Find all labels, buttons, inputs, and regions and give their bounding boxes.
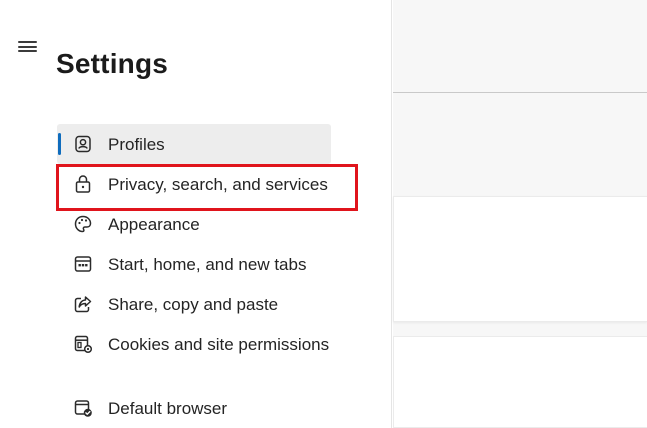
default-browser-icon — [74, 400, 92, 417]
sidebar-item-privacy-search-services[interactable]: Privacy, search, and services — [57, 164, 331, 204]
sidebar-item-label: Start, home, and new tabs — [108, 255, 307, 274]
sidebar-item-start-home-new-tabs[interactable]: Start, home, and new tabs — [57, 244, 331, 284]
settings-sidebar: Settings Profiles Privacy, search, and s… — [0, 0, 392, 428]
content-card — [393, 336, 647, 428]
sidebar-item-label: Appearance — [108, 215, 200, 234]
share-icon — [74, 296, 92, 313]
sidebar-item-default-browser[interactable]: Default browser — [57, 388, 331, 428]
sidebar-item-label: Profiles — [108, 135, 165, 154]
profile-icon — [75, 135, 91, 153]
settings-content-pane — [393, 0, 647, 428]
sidebar-item-label: Cookies and site permissions — [108, 335, 330, 354]
sidebar-item-appearance[interactable]: Appearance — [57, 204, 331, 244]
hamburger-menu-icon[interactable] — [17, 38, 39, 54]
sidebar-item-profiles[interactable]: Profiles — [57, 124, 331, 164]
sidebar-item-share-copy-paste[interactable]: Share, copy and paste — [57, 284, 331, 324]
settings-window: Settings Profiles Privacy, search, and s… — [0, 0, 647, 428]
palette-icon — [74, 215, 92, 233]
sidebar-item-label: Default browser — [108, 399, 228, 418]
page-title: Settings — [56, 47, 169, 79]
sidebar-item-label: Privacy, search, and services — [108, 175, 328, 194]
content-card — [393, 196, 647, 322]
new-tab-icon — [74, 256, 92, 272]
lock-icon — [75, 175, 91, 193]
settings-nav: Profiles Privacy, search, and services A… — [57, 124, 331, 428]
content-header-area — [393, 0, 647, 93]
sidebar-item-cookies-site-permissions[interactable]: Cookies and site permissions — [57, 324, 331, 388]
selected-indicator — [58, 133, 61, 155]
sidebar-item-label: Share, copy and paste — [108, 295, 279, 314]
cookies-permissions-icon — [74, 335, 93, 354]
